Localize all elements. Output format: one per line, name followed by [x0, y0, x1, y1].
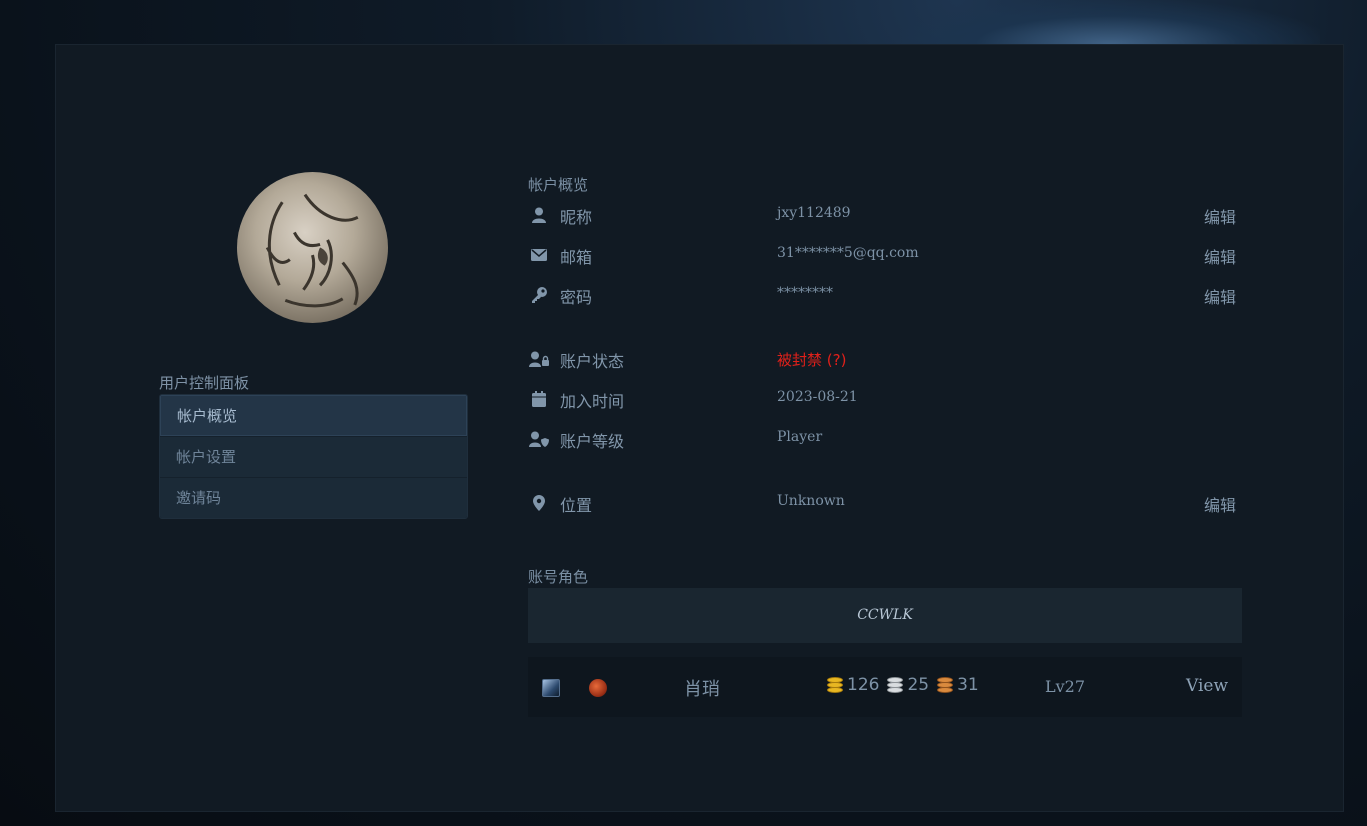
avatar	[237, 172, 388, 323]
character-level: Lv27	[1045, 677, 1086, 696]
silver-amount: 25	[907, 675, 930, 695]
join-date-value: 2023-08-21	[777, 389, 858, 405]
row-account-level: 账户等级 Player	[529, 424, 1236, 454]
user-shield-icon	[529, 430, 549, 448]
edit-password-link[interactable]: 编辑	[1204, 284, 1236, 308]
silver-coin-icon	[886, 676, 904, 694]
email-value: 31*******5@qq.com	[777, 245, 919, 261]
row-label: 密码	[560, 288, 593, 307]
edit-nickname-link[interactable]: 编辑	[1204, 204, 1236, 228]
class-icon	[589, 679, 607, 697]
row-label: 昵称	[560, 208, 593, 227]
row-email: 邮箱 31*******5@qq.com 编辑	[529, 240, 1236, 270]
gold-coin-icon	[826, 676, 844, 694]
row-label: 账户状态	[560, 352, 625, 371]
account-level-value: Player	[777, 429, 823, 445]
location-value: Unknown	[777, 493, 845, 509]
sidebar-item-overview[interactable]: 帐户概览	[160, 395, 467, 436]
gold-amount: 126	[847, 675, 880, 695]
characters-title: 账号角色	[528, 568, 589, 586]
race-icon	[542, 679, 560, 697]
ucp-title: 用户控制面板	[159, 374, 250, 392]
copper-amount: 31	[957, 675, 979, 695]
sidebar-item-invite-code[interactable]: 邀请码	[160, 477, 467, 518]
character-name: 肖琑	[684, 679, 720, 700]
sidebar-item-settings[interactable]: 帐户设置	[160, 436, 467, 477]
row-join-date: 加入时间 2023-08-21	[529, 384, 1236, 414]
envelope-icon	[529, 246, 549, 264]
character-money: 126 25 31	[826, 675, 986, 695]
realm-name: CCWLK	[528, 588, 1242, 643]
calendar-icon	[529, 390, 549, 408]
row-label: 账户等级	[560, 432, 625, 451]
user-icon	[529, 206, 549, 224]
view-character-button[interactable]: View	[1186, 676, 1228, 696]
edit-location-link[interactable]: 编辑	[1204, 492, 1236, 516]
copper-coin-icon	[936, 676, 954, 694]
character-row: 肖琑 126 25 31 Lv27 View	[528, 657, 1242, 717]
password-value: ********	[777, 285, 833, 301]
row-account-status: 账户状态 被封禁 (?)	[529, 344, 1236, 374]
account-status-value[interactable]: 被封禁 (?)	[777, 349, 846, 370]
row-location: 位置 Unknown 编辑	[529, 488, 1236, 518]
overview-title: 帐户概览	[528, 176, 589, 194]
key-icon	[529, 286, 549, 304]
user-lock-icon	[529, 350, 549, 368]
row-label: 邮箱	[560, 248, 593, 267]
nickname-value: jxy112489	[777, 205, 851, 221]
edit-email-link[interactable]: 编辑	[1204, 244, 1236, 268]
row-label: 位置	[560, 496, 593, 515]
map-marker-icon	[529, 494, 549, 512]
avatar-portrait-icon	[265, 193, 359, 308]
row-label: 加入时间	[560, 392, 625, 411]
sidebar-menu: 帐户概览 帐户设置 邀请码	[159, 394, 468, 519]
background-decoration	[900, 0, 1320, 44]
row-nickname: 昵称 jxy112489 编辑	[529, 200, 1236, 230]
row-password: 密码 ******** 编辑	[529, 280, 1236, 310]
account-panel: 用户控制面板 帐户概览 帐户设置 邀请码 帐户概览 昵称 jxy112489 编…	[55, 44, 1344, 812]
